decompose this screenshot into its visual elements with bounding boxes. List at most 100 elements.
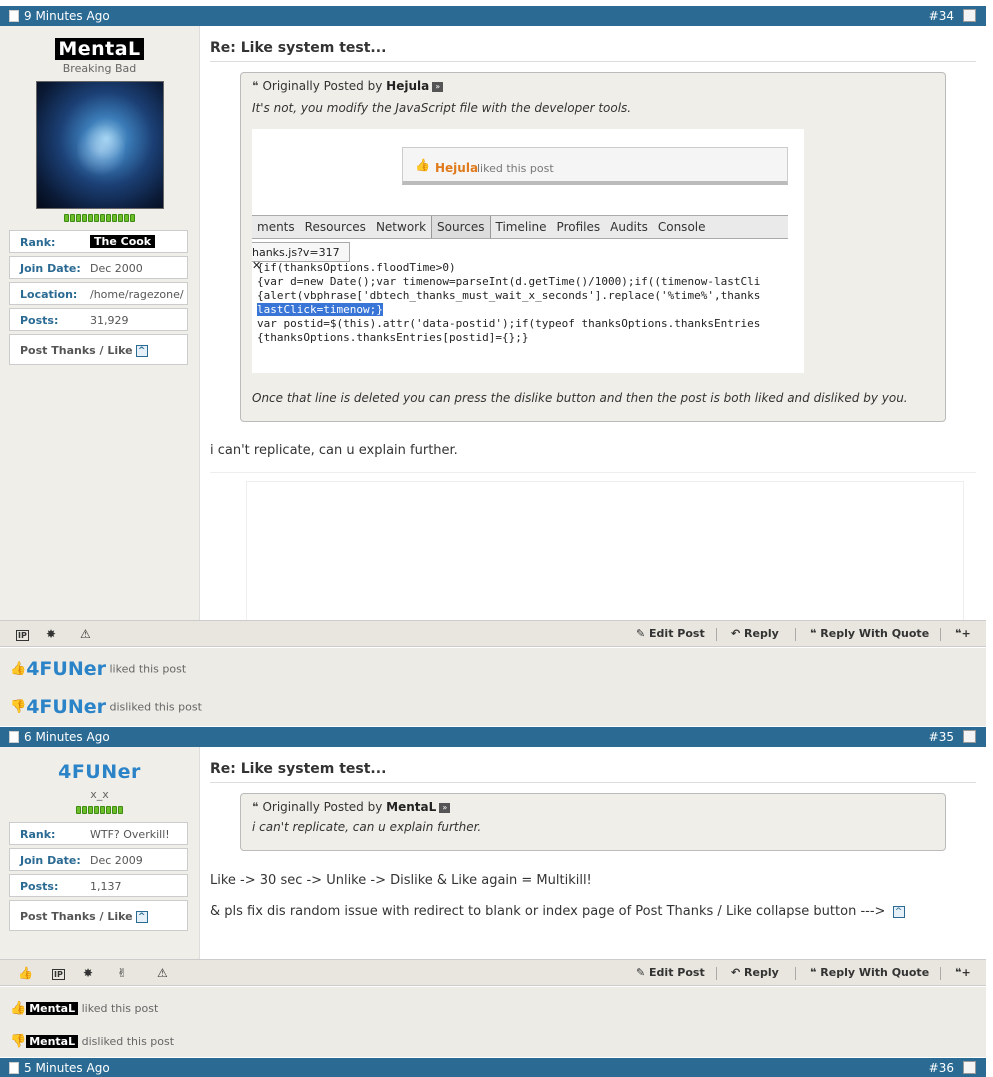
post-content: Re: Like system test... ❝ Originally Post… bbox=[210, 747, 976, 919]
liker-name[interactable]: 4FUNer bbox=[26, 658, 106, 680]
quote-icon: ❝ bbox=[252, 800, 259, 814]
thumbs-up-icon: 👍 bbox=[10, 661, 27, 677]
location-row: Location:/home/ragezone/ bbox=[9, 282, 188, 305]
reply-with-quote-button[interactable]: ❝ Reply With Quote bbox=[810, 966, 929, 979]
thumbs-up-icon: 👍 bbox=[415, 158, 430, 172]
liker-name[interactable]: MentaL bbox=[26, 1002, 79, 1015]
view-post-icon[interactable]: » bbox=[439, 802, 451, 813]
quote-header: ❝ Originally Posted by MentaL» bbox=[252, 800, 934, 814]
rank-row: Rank: WTF? Overkill! bbox=[9, 822, 188, 845]
disliker-name[interactable]: MentaL bbox=[26, 1035, 79, 1048]
quote-author[interactable]: Hejula bbox=[386, 79, 429, 93]
quote-text: It's not, you modify the JavaScript file… bbox=[252, 101, 632, 115]
post-body-line-2: & pls fix dis random issue with redirect… bbox=[210, 904, 976, 919]
collapse-icon[interactable]: ^ bbox=[135, 911, 148, 923]
quote-author[interactable]: MentaL bbox=[386, 800, 436, 814]
post-header-36: 5 Minutes Ago #36 bbox=[0, 1058, 986, 1077]
posts-count-row: Posts: 1,137 bbox=[9, 874, 188, 897]
multi-quote-icon[interactable]: ❝+ bbox=[955, 627, 971, 640]
dislike-row: 👎4FUNer disliked this post bbox=[10, 696, 202, 718]
join-date-row: Join Date: Dec 2000 bbox=[9, 256, 188, 279]
rank-value: WTF? Overkill! bbox=[90, 828, 170, 841]
infraction-icon[interactable]: ✸ bbox=[83, 966, 93, 980]
reply-button[interactable]: ↶ Reply bbox=[731, 627, 779, 640]
quote-block: ❝ Originally Posted by Hejula» It's not, … bbox=[240, 72, 946, 422]
rank-row: Rank: The Cook bbox=[9, 230, 188, 253]
document-icon bbox=[9, 1062, 19, 1074]
thumbs-down-icon: 👎 bbox=[10, 1034, 27, 1049]
reputation-bar bbox=[0, 806, 199, 814]
like-row: 👍 MentaL liked this post bbox=[10, 1001, 159, 1016]
post-34: MentaL Breaking Bad Rank: The Cook Join D… bbox=[0, 26, 986, 621]
thanks-icon[interactable]: ✌ bbox=[117, 966, 127, 980]
ip-icon[interactable]: IP bbox=[16, 627, 29, 641]
quote-text-after: Once that line is deleted you can press … bbox=[252, 391, 908, 405]
username[interactable]: 4FUNer bbox=[58, 761, 141, 783]
multi-quote-icon[interactable]: ❝+ bbox=[955, 966, 971, 979]
like-row: 👍4FUNer liked this post bbox=[10, 658, 187, 680]
embedded-screenshot: 👍 Hejula liked this post ments Resources N… bbox=[252, 129, 804, 373]
join-date-row: Join Date: Dec 2009 bbox=[9, 848, 188, 871]
post-date: 6 Minutes Ago bbox=[24, 730, 110, 744]
code-view: {if(thanksOptions.floodTime>0) {var d=ne… bbox=[257, 261, 761, 344]
select-post-checkbox[interactable] bbox=[963, 730, 976, 743]
thumbs-up-icon: 👍 bbox=[10, 1001, 27, 1016]
user-title: x_x bbox=[90, 788, 109, 801]
select-post-checkbox[interactable] bbox=[963, 1061, 976, 1074]
ip-icon[interactable]: IP bbox=[52, 966, 65, 980]
post-content: Re: Like system test... ❝ Originally Post… bbox=[210, 26, 976, 621]
user-title: Breaking Bad bbox=[62, 62, 137, 75]
edit-post-button[interactable]: ✎ Edit Post bbox=[636, 627, 705, 640]
collapse-icon[interactable]: ^ bbox=[892, 905, 905, 918]
post-body-line-1: Like -> 30 sec -> Unlike -> Dislike & Li… bbox=[210, 873, 592, 888]
post-thanks-row: Post Thanks / Like ^ bbox=[9, 900, 188, 931]
blank-embed bbox=[246, 481, 964, 621]
post-date: 9 Minutes Ago bbox=[24, 9, 110, 23]
post-number-link[interactable]: #35 bbox=[929, 730, 954, 744]
edit-post-button[interactable]: ✎ Edit Post bbox=[636, 966, 705, 979]
post-footer-35: 👍 IP ✸ ✌ ⚠ ✎ Edit Post ↶ Reply ❝ Reply W… bbox=[0, 959, 986, 986]
view-post-icon[interactable]: » bbox=[432, 81, 444, 92]
report-icon[interactable]: ⚠ bbox=[80, 627, 91, 641]
post-header-35: 6 Minutes Ago #35 bbox=[0, 727, 986, 747]
likes-35: 👍 MentaL liked this post 👎 MentaL disliked… bbox=[0, 987, 986, 1057]
reputation-bar bbox=[0, 214, 199, 222]
reply-button[interactable]: ↶ Reply bbox=[731, 966, 779, 979]
post-title: Re: Like system test... bbox=[210, 761, 976, 783]
posts-count-row: Posts: 31,929 bbox=[9, 308, 188, 331]
post-thanks-row: Post Thanks / Like ^ bbox=[9, 334, 188, 365]
quote-icon: ❝ bbox=[252, 79, 259, 93]
document-icon bbox=[9, 10, 19, 22]
document-icon bbox=[9, 731, 19, 743]
report-icon[interactable]: ⚠ bbox=[157, 966, 168, 980]
user-info-panel: MentaL Breaking Bad Rank: The Cook Join D… bbox=[0, 26, 200, 620]
avatar[interactable] bbox=[35, 81, 164, 209]
quote-block: ❝ Originally Posted by MentaL» i can't re… bbox=[240, 793, 946, 851]
rank-value: The Cook bbox=[90, 235, 156, 248]
quote-header: ❝ Originally Posted by Hejula» bbox=[252, 79, 934, 93]
disliker-name[interactable]: 4FUNer bbox=[26, 696, 106, 718]
user-details: Rank: The Cook Join Date: Dec 2000 Locatio… bbox=[9, 230, 188, 365]
quote-text: i can't replicate, can u explain further… bbox=[252, 820, 482, 834]
user-details: Rank: WTF? Overkill! Join Date: Dec 2009 P… bbox=[9, 822, 188, 931]
user-info-panel: 4FUNer x_x Rank: WTF? Overkill! Join Date… bbox=[0, 747, 200, 959]
reply-with-quote-button[interactable]: ❝ Reply With Quote bbox=[810, 627, 929, 640]
post-footer-34: IP ✸ ⚠ ✎ Edit Post ↶ Reply ❝ Reply With … bbox=[0, 620, 986, 647]
post-number-link[interactable]: #36 bbox=[929, 1061, 954, 1075]
thumbs-down-icon: 👎 bbox=[10, 699, 27, 715]
infraction-icon[interactable]: ✸ bbox=[46, 627, 56, 641]
post-body: i can't replicate, can u explain further… bbox=[210, 443, 458, 458]
post-35: 4FUNer x_x Rank: WTF? Overkill! Join Date… bbox=[0, 747, 986, 959]
thumbs-up-icon[interactable]: 👍 bbox=[18, 966, 33, 980]
dislike-row: 👎 MentaL disliked this post bbox=[10, 1034, 175, 1049]
collapse-icon[interactable]: ^ bbox=[135, 345, 148, 357]
liked-bar: 👍 Hejula liked this post bbox=[402, 147, 788, 185]
post-number-link[interactable]: #34 bbox=[929, 9, 954, 23]
username[interactable]: MentaL bbox=[55, 38, 144, 60]
post-header-34: 9 Minutes Ago #34 bbox=[0, 6, 986, 26]
devtools-tabs: ments Resources Network Sources Timeline Prof… bbox=[252, 215, 788, 239]
select-post-checkbox[interactable] bbox=[963, 9, 976, 22]
post-date: 5 Minutes Ago bbox=[24, 1061, 110, 1075]
file-tab: hanks.js?v=317 ✕ bbox=[252, 242, 350, 272]
post-title: Re: Like system test... bbox=[210, 40, 976, 62]
